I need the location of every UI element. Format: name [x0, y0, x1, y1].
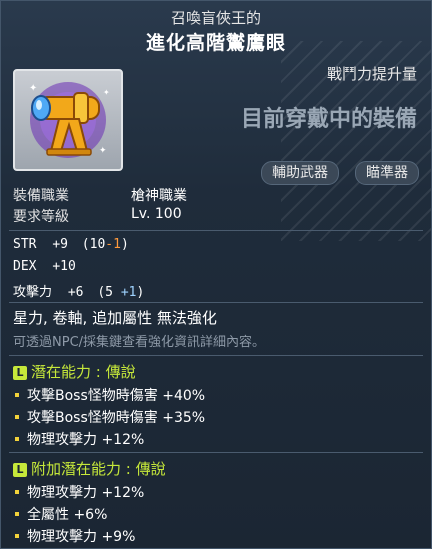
svg-text:✦: ✦: [29, 83, 37, 94]
potential-line: 攻擊Boss怪物時傷害 +35%: [15, 407, 205, 427]
enhance-notice: 星力, 卷軸, 追加屬性 無法強化: [13, 309, 217, 327]
bullet-icon: [15, 437, 19, 441]
bullet-icon: [15, 490, 19, 494]
bullet-icon: [15, 512, 19, 516]
additional-potential-line: 物理攻擊力 +9%: [15, 526, 135, 546]
svg-text:✦: ✦: [99, 146, 107, 156]
tag-secondary-weapon: 輔助武器: [261, 161, 339, 185]
combat-power-label: 戰鬥力提升量: [326, 65, 417, 83]
stat-str: STR +9 (10-1): [13, 237, 129, 252]
svg-text:✦: ✦: [103, 88, 110, 97]
bullet-icon: [15, 534, 19, 538]
divider: [9, 355, 423, 356]
divider: [9, 452, 423, 453]
enhance-hint: 可透過NPC/採集鍵查看強化資訊詳細內容。: [13, 335, 266, 350]
golden-telescope-icon: ✦ ✦ ✦: [29, 82, 110, 158]
item-title: 進化高階鸑鷹眼: [145, 32, 286, 54]
potential-header: L 潛在能力 : 傳說: [13, 361, 136, 382]
tag-scope: 瞄準器: [355, 161, 419, 185]
req-job-value: 槍神職業: [131, 188, 187, 204]
req-job-label: 裝備職業: [13, 188, 69, 204]
req-level-value: Lv. 100: [131, 206, 182, 222]
additional-potential-header: L 附加潛在能力 : 傳說: [13, 458, 166, 479]
additional-potential-line: 全屬性 +6%: [15, 504, 107, 524]
item-icon-frame: ✦ ✦ ✦: [13, 69, 123, 171]
potential-line: 物理攻擊力 +12%: [15, 429, 144, 449]
legendary-badge-icon: L: [13, 366, 27, 380]
bullet-icon: [15, 393, 19, 397]
divider: [9, 302, 423, 303]
bullet-icon: [15, 415, 19, 419]
additional-potential-line: 物理攻擊力 +12%: [15, 482, 144, 502]
legendary-badge-icon: L: [13, 463, 27, 477]
item-tooltip: 召喚盲俠王的 進化高階鸑鷹眼 戰鬥力提升量 目前穿戴中的裝備 輔助武器 瞄準器 …: [0, 0, 432, 549]
stat-attack: 攻擊力 +6 (5 +1): [13, 285, 145, 300]
stat-dex: DEX +10: [13, 259, 76, 274]
item-subtitle: 召喚盲俠王的: [170, 9, 261, 27]
divider: [9, 230, 423, 231]
potential-line: 攻擊Boss怪物時傷害 +40%: [15, 385, 205, 405]
equipped-label: 目前穿戴中的裝備: [240, 107, 417, 132]
req-level-label: 要求等級: [13, 209, 69, 225]
